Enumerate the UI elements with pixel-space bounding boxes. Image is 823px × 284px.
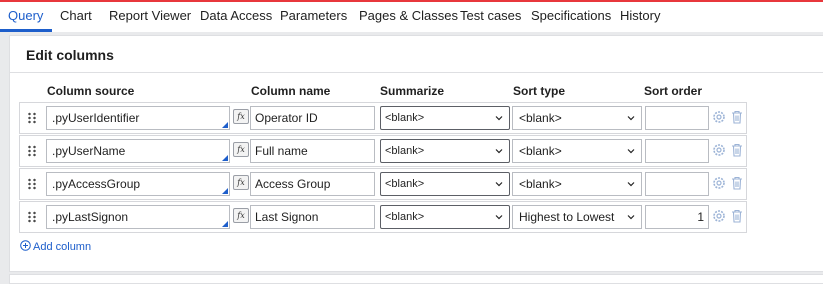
chevron-down-icon	[627, 116, 635, 121]
column-name-input[interactable]: Operator ID	[250, 106, 375, 130]
column-source-input[interactable]: .pyAccessGroup	[46, 172, 230, 196]
gear-icon[interactable]	[712, 110, 726, 124]
sort-order-input[interactable]: 1	[645, 205, 709, 229]
chevron-down-icon	[495, 149, 503, 154]
column-source-input[interactable]: .pyUserName	[46, 139, 230, 163]
summarize-value: <blank>	[385, 178, 425, 190]
chevron-down-icon	[627, 182, 635, 187]
column-name-input[interactable]: Access Group	[250, 172, 375, 196]
add-column-label: Add column	[33, 241, 92, 253]
column-source-value: .pyLastSignon	[52, 210, 129, 224]
summarize-value: <blank>	[385, 112, 425, 124]
trash-icon[interactable]	[731, 176, 743, 190]
gear-icon[interactable]	[712, 209, 726, 223]
panel-title: Edit columns	[26, 47, 114, 63]
summarize-select[interactable]: <blank>	[380, 139, 510, 163]
drag-handle-icon[interactable]	[27, 178, 37, 190]
sort-order-input[interactable]	[645, 172, 709, 196]
gear-icon[interactable]	[712, 176, 726, 190]
header-sort-type: Sort type	[513, 84, 566, 98]
tab-history[interactable]: History	[620, 8, 660, 23]
trash-icon[interactable]	[731, 110, 743, 124]
sort-type-select[interactable]: <blank>	[512, 172, 642, 196]
gear-icon[interactable]	[712, 143, 726, 157]
summarize-select[interactable]: <blank>	[380, 106, 510, 130]
autocomplete-corner-icon	[222, 221, 228, 227]
autocomplete-corner-icon	[222, 188, 228, 194]
formula-icon[interactable]: fx	[233, 142, 249, 157]
column-source-value: .pyUserName	[52, 144, 126, 158]
summarize-value: <blank>	[385, 211, 425, 223]
autocomplete-corner-icon	[222, 122, 228, 128]
sort-order-input[interactable]	[645, 139, 709, 163]
summarize-select[interactable]: <blank>	[380, 172, 510, 196]
tab-parameters[interactable]: Parameters	[280, 8, 347, 23]
sort-type-value: <blank>	[519, 177, 562, 191]
sort-order-input[interactable]	[645, 106, 709, 130]
column-row: .pyAccessGroup fx Access Group <blank> <…	[19, 168, 747, 200]
tab-test-cases[interactable]: Test cases	[460, 8, 521, 23]
tab-query[interactable]: Query	[8, 8, 43, 23]
drag-handle-icon[interactable]	[27, 211, 37, 223]
chevron-down-icon	[495, 215, 503, 220]
column-name-input[interactable]: Last Signon	[250, 205, 375, 229]
column-source-input[interactable]: .pyUserIdentifier	[46, 106, 230, 130]
tab-specifications[interactable]: Specifications	[531, 8, 611, 23]
tab-bar: Query Chart Report Viewer Data Access Pa…	[0, 2, 823, 32]
chevron-down-icon	[627, 215, 635, 220]
sort-type-value: Highest to Lowest	[519, 210, 615, 224]
trash-icon[interactable]	[731, 143, 743, 157]
trash-icon[interactable]	[731, 209, 743, 223]
formula-icon[interactable]: fx	[233, 175, 249, 190]
chevron-down-icon	[495, 182, 503, 187]
add-column-link[interactable]: Add column	[20, 240, 91, 253]
chevron-down-icon	[627, 149, 635, 154]
summarize-select[interactable]: <blank>	[380, 205, 510, 229]
header-column-source: Column source	[47, 84, 135, 98]
tab-data-access[interactable]: Data Access	[200, 8, 272, 23]
panel-divider	[10, 72, 823, 73]
sort-type-select[interactable]: Highest to Lowest	[512, 205, 642, 229]
plus-circle-icon	[20, 240, 31, 251]
tab-chart[interactable]: Chart	[60, 8, 92, 23]
next-panel-edge	[9, 274, 823, 284]
column-source-input[interactable]: .pyLastSignon	[46, 205, 230, 229]
drag-handle-icon[interactable]	[27, 112, 37, 124]
autocomplete-corner-icon	[222, 155, 228, 161]
column-row: .pyUserIdentifier fx Operator ID <blank>…	[19, 102, 747, 134]
drag-handle-icon[interactable]	[27, 145, 37, 157]
column-row: .pyUserName fx Full name <blank> <blank>	[19, 135, 747, 167]
header-column-name: Column name	[251, 84, 331, 98]
formula-icon[interactable]: fx	[233, 208, 249, 223]
column-row: .pyLastSignon fx Last Signon <blank> Hig…	[19, 201, 747, 233]
column-source-value: .pyAccessGroup	[52, 177, 141, 191]
column-name-input[interactable]: Full name	[250, 139, 375, 163]
formula-icon[interactable]: fx	[233, 109, 249, 124]
sort-type-value: <blank>	[519, 111, 562, 125]
sort-type-select[interactable]: <blank>	[512, 139, 642, 163]
sort-type-select[interactable]: <blank>	[512, 106, 642, 130]
chevron-down-icon	[495, 116, 503, 121]
tab-report-viewer[interactable]: Report Viewer	[109, 8, 191, 23]
tab-pages-and-classes[interactable]: Pages & Classes	[359, 8, 458, 23]
summarize-value: <blank>	[385, 145, 425, 157]
column-source-value: .pyUserIdentifier	[52, 111, 140, 125]
sort-type-value: <blank>	[519, 144, 562, 158]
header-sort-order: Sort order	[644, 84, 703, 98]
header-summarize: Summarize	[380, 84, 445, 98]
